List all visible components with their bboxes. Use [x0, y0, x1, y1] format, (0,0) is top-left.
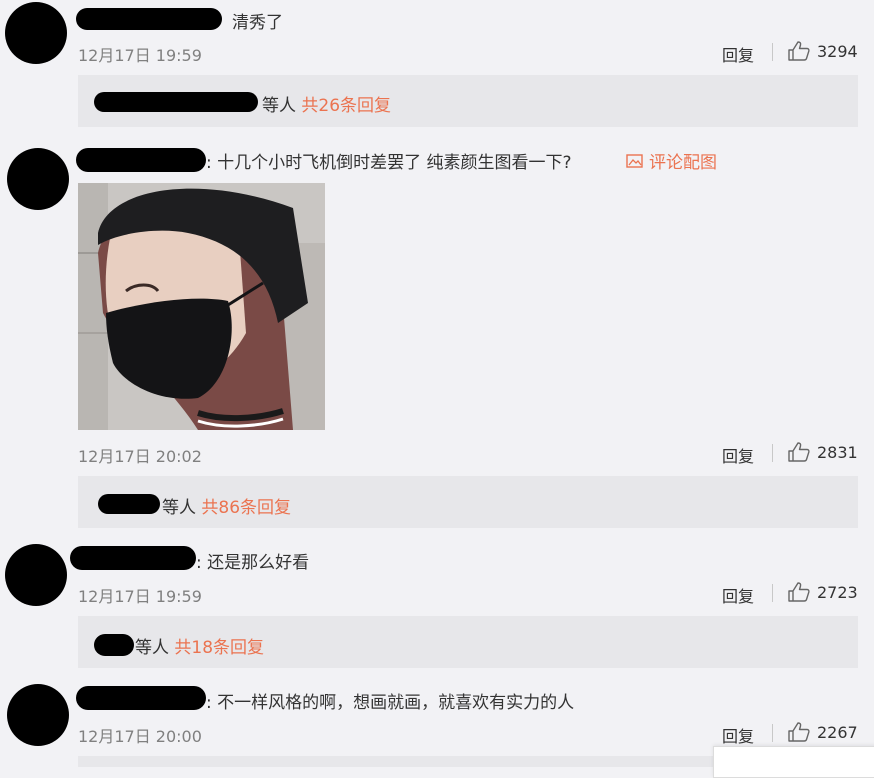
thumbs-up-icon[interactable]: [788, 722, 810, 742]
comment-photo[interactable]: [78, 183, 325, 430]
sub-replies-count[interactable]: 共86条回复: [201, 498, 291, 518]
redacted-username[interactable]: [94, 92, 258, 112]
like-count: 2267: [817, 723, 858, 742]
redacted-username[interactable]: [98, 494, 160, 514]
sub-replies-box[interactable]: 等人 共86条回复: [78, 476, 858, 528]
floating-panel: [713, 746, 874, 778]
avatar[interactable]: [5, 2, 67, 64]
sub-replies-summary[interactable]: 等人 共26条回复: [262, 91, 391, 116]
image-icon: [626, 153, 643, 168]
thumbs-up-icon[interactable]: [788, 41, 810, 61]
redacted-username[interactable]: [94, 634, 134, 656]
sub-replies-who: 等人: [135, 638, 169, 658]
redacted-username[interactable]: [70, 546, 196, 570]
sub-replies-who: 等人: [262, 96, 296, 116]
like-count: 2831: [817, 443, 858, 462]
redacted-username[interactable]: [76, 686, 206, 710]
sub-replies-who: 等人: [162, 498, 196, 518]
sub-replies-box[interactable]: 等人 共18条回复: [78, 616, 858, 668]
thumbs-up-icon[interactable]: [788, 582, 810, 602]
sub-replies-count[interactable]: 共26条回复: [301, 96, 391, 116]
comment-text: : 十几个小时飞机倒时差罢了 纯素颜生图看一下?: [206, 153, 572, 173]
sub-replies-box[interactable]: 等人 共26条回复: [78, 75, 858, 127]
comment-text: : 不一样风格的啊，想画就画，就喜欢有实力的人: [206, 693, 575, 713]
reply-button[interactable]: 回复: [722, 723, 754, 747]
reply-button[interactable]: 回复: [722, 42, 754, 66]
comment-picture-link[interactable]: 评论配图: [626, 148, 717, 173]
avatar[interactable]: [7, 684, 69, 746]
divider: [772, 724, 773, 742]
avatar[interactable]: [5, 544, 67, 606]
comment-time: 12月17日 20:00: [78, 727, 202, 746]
sub-replies-summary[interactable]: 等人 共18条回复: [135, 633, 264, 658]
avatar[interactable]: [7, 148, 69, 210]
comment-text: 清秀了: [232, 13, 283, 33]
comment-time: 12月17日 19:59: [78, 587, 202, 606]
sub-replies-count[interactable]: 共18条回复: [174, 638, 264, 658]
reply-button[interactable]: 回复: [722, 583, 754, 607]
redacted-username[interactable]: [76, 148, 206, 172]
comment-text: : 还是那么好看: [196, 553, 310, 573]
divider: [772, 444, 773, 462]
comment-picture-label[interactable]: 评论配图: [649, 148, 717, 173]
divider: [772, 584, 773, 602]
comment-time: 12月17日 19:59: [78, 46, 202, 65]
redacted-username[interactable]: [76, 8, 222, 30]
comment-time: 12月17日 20:02: [78, 447, 202, 466]
like-count: 3294: [817, 42, 858, 61]
sub-replies-summary[interactable]: 等人 共86条回复: [162, 493, 291, 518]
thumbs-up-icon[interactable]: [788, 442, 810, 462]
reply-button[interactable]: 回复: [722, 443, 754, 467]
like-count: 2723: [817, 583, 858, 602]
divider: [772, 43, 773, 61]
